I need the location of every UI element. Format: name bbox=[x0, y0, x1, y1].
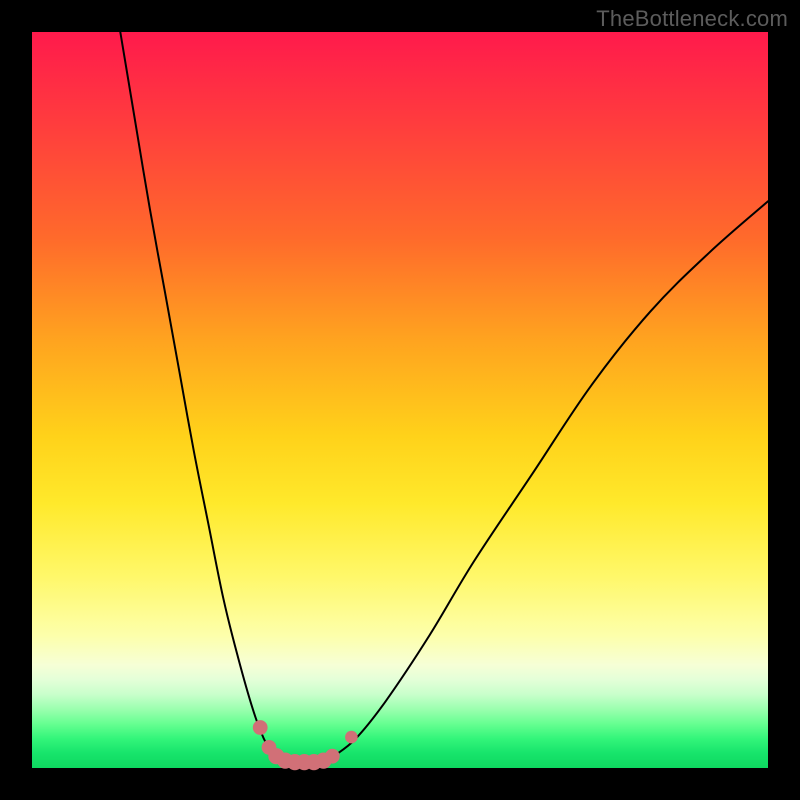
chart-frame: TheBottleneck.com bbox=[0, 0, 800, 800]
line-layer bbox=[120, 32, 768, 763]
bottleneck-curve bbox=[120, 32, 768, 763]
watermark-label: TheBottleneck.com bbox=[596, 6, 788, 32]
plot-area bbox=[32, 32, 768, 768]
marker-layer bbox=[253, 720, 358, 770]
valley-marker bbox=[345, 731, 358, 744]
valley-marker bbox=[253, 720, 268, 735]
chart-svg bbox=[32, 32, 768, 768]
valley-marker bbox=[325, 749, 340, 764]
